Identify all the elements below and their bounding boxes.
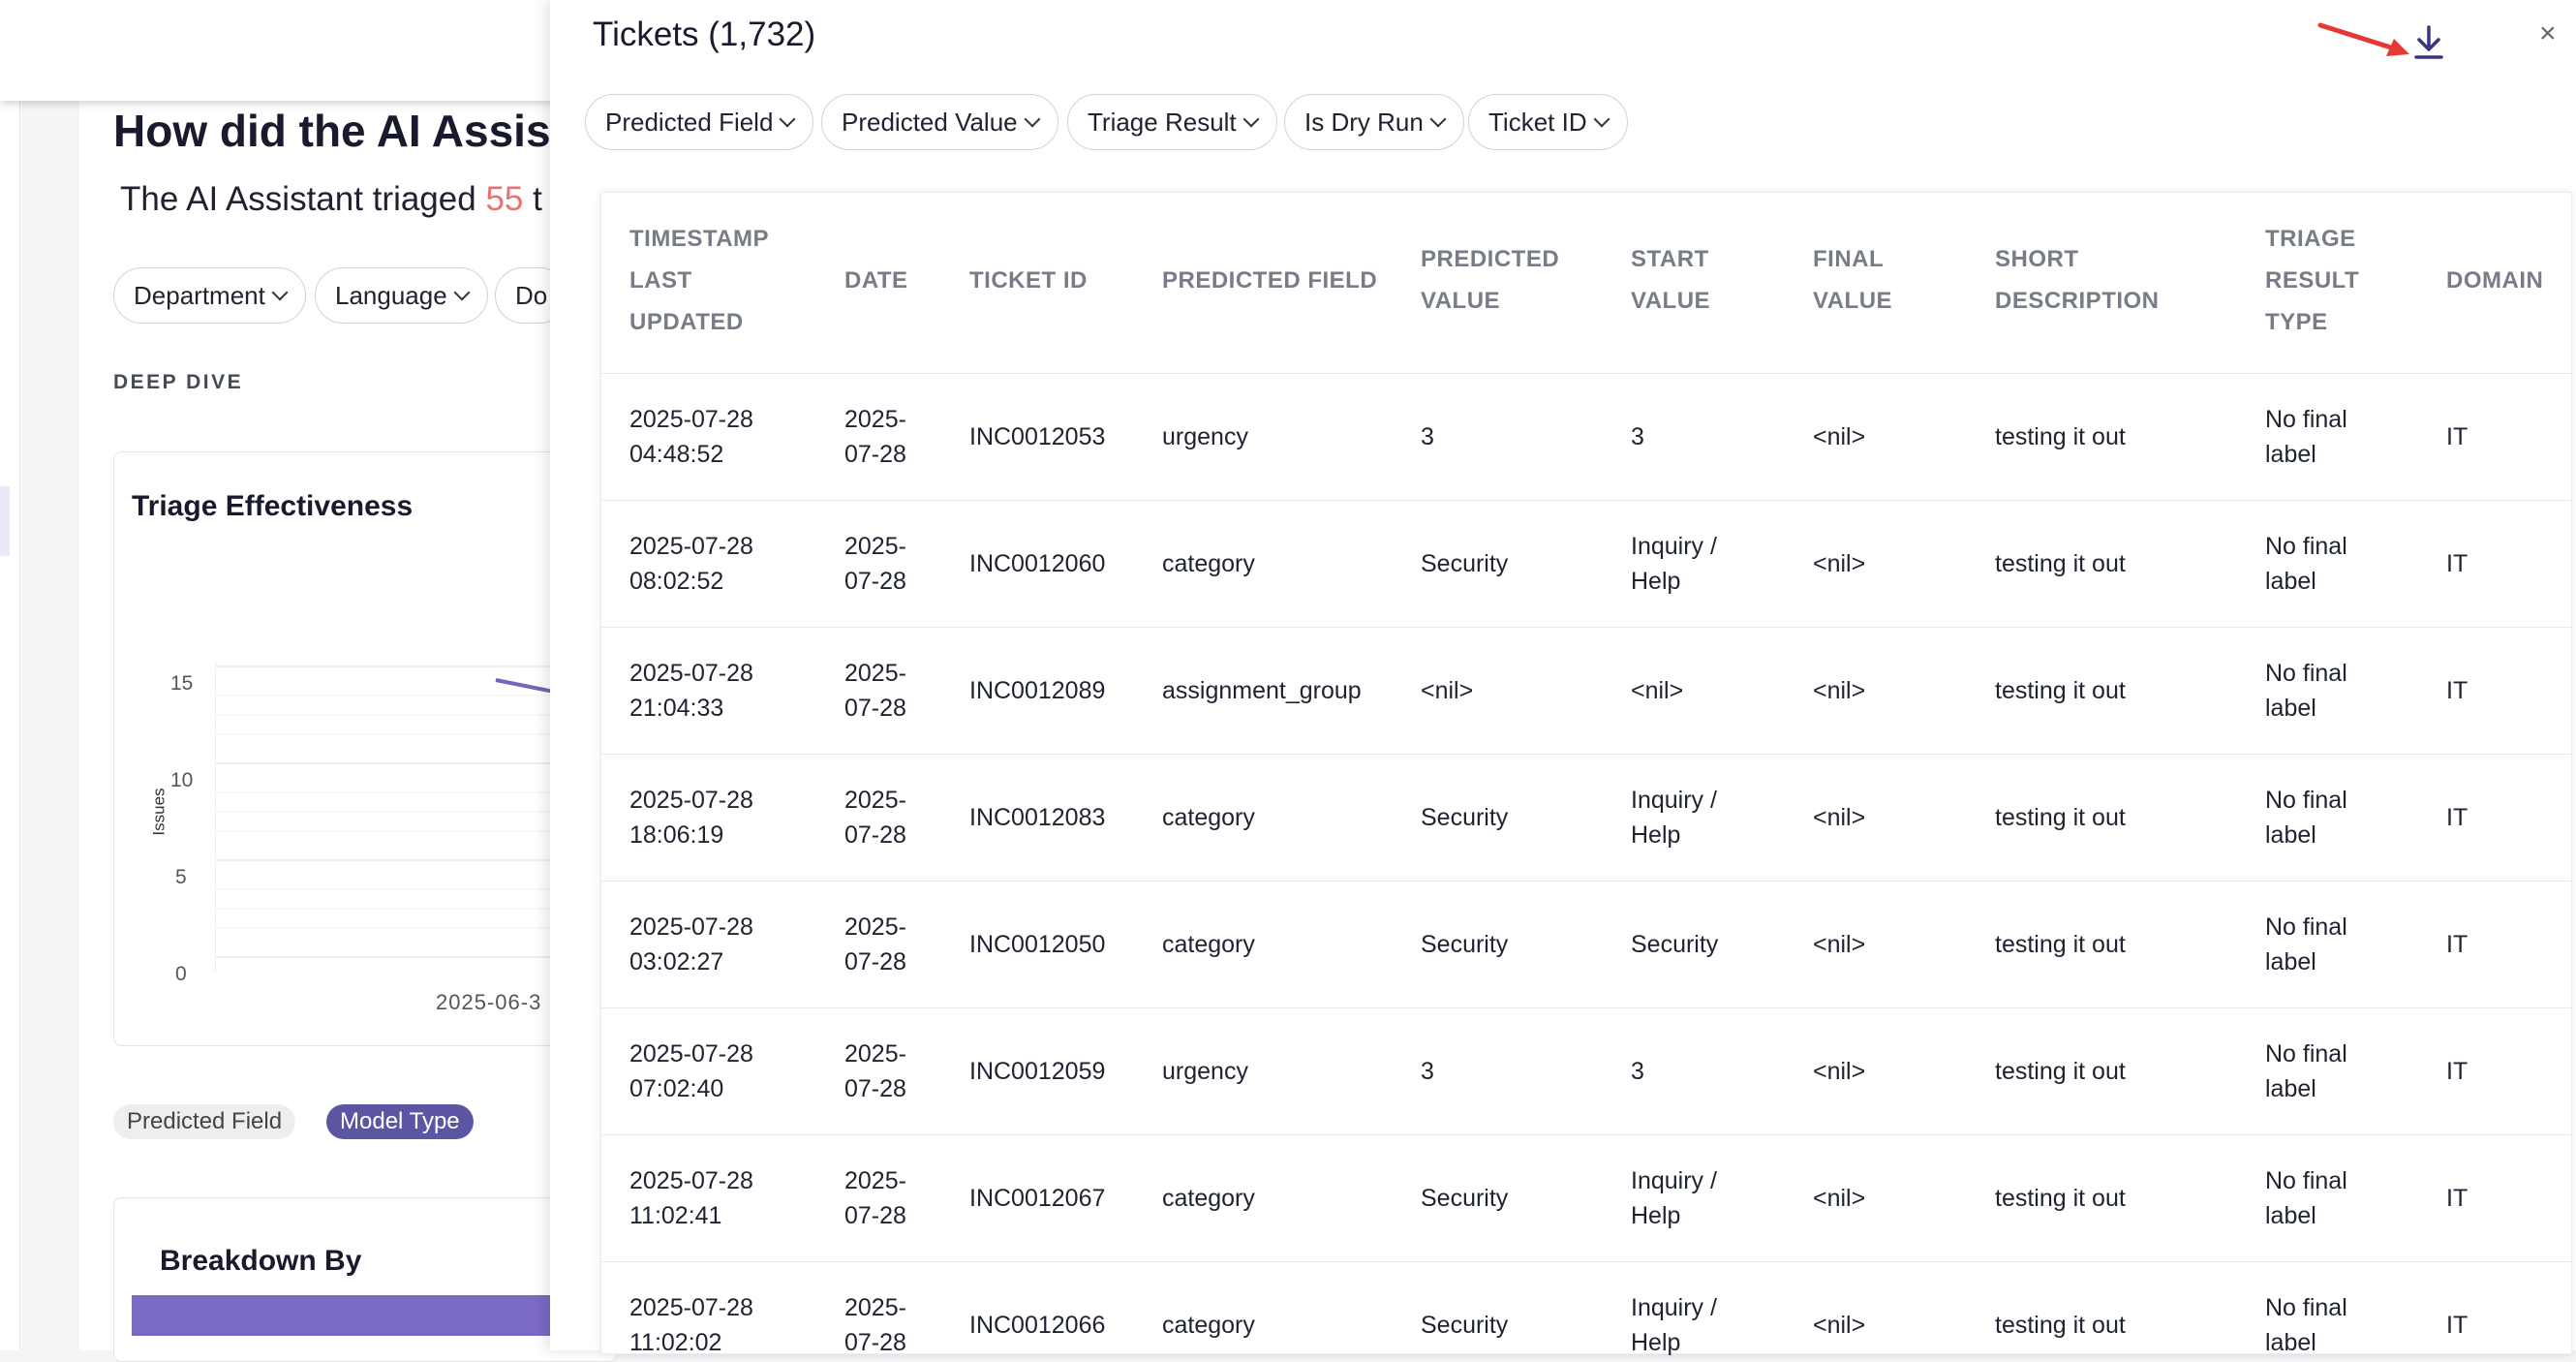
triaged-count: 55 — [485, 180, 524, 218]
chevron-down-icon — [1242, 110, 1260, 128]
left-rail — [0, 101, 20, 1350]
drawer-title: Tickets (1,732) — [593, 15, 816, 53]
y-tick: 5 — [175, 866, 187, 888]
filter-predicted-field[interactable]: Predicted Field — [585, 94, 814, 150]
filter-label: Do — [515, 280, 548, 310]
chevron-down-icon — [1024, 110, 1041, 128]
filter-label: Triage Result — [1088, 107, 1237, 137]
filter-label: Is Dry Run — [1304, 107, 1424, 137]
y-tick: 10 — [170, 769, 194, 791]
chevron-down-icon — [453, 284, 471, 301]
tag-predicted-field[interactable]: Predicted Field — [113, 1104, 296, 1139]
chart-plot-area — [215, 663, 564, 973]
filter-label: Predicted Value — [842, 107, 1018, 137]
filter-triage-result[interactable]: Triage Result — [1067, 94, 1277, 150]
filter-department[interactable]: Department — [113, 267, 306, 324]
close-icon[interactable]: × — [2539, 19, 2557, 48]
filter-label: Language — [335, 280, 447, 310]
x-tick: 2025-06-3 — [436, 990, 542, 1014]
breakdown-title: Breakdown By — [160, 1245, 362, 1277]
chart-title: Triage Effectiveness — [132, 490, 414, 522]
y-axis-label: Issues — [149, 788, 169, 836]
rail-active-marker — [0, 486, 10, 556]
y-tick: 0 — [175, 963, 187, 985]
tag-model-type[interactable]: Model Type — [326, 1104, 474, 1139]
tickets-table — [600, 192, 2572, 1354]
filter-is-dry-run[interactable]: Is Dry Run — [1284, 94, 1464, 150]
chevron-down-icon — [779, 110, 796, 128]
chevron-down-icon — [1429, 110, 1447, 128]
subtitle-prefix: The AI Assistant triaged — [120, 180, 476, 218]
filter-predicted-value[interactable]: Predicted Value — [821, 94, 1058, 150]
dashboard-heading: How did the AI Assista — [113, 106, 591, 156]
filter-ticket-id[interactable]: Ticket ID — [1468, 94, 1628, 150]
y-tick: 15 — [170, 672, 194, 695]
dashboard-subtitle: The AI Assistant triaged 55 t — [120, 180, 542, 219]
filter-label: Ticket ID — [1488, 107, 1587, 137]
filter-label: Predicted Field — [605, 107, 774, 137]
chevron-down-icon — [271, 284, 289, 301]
breakdown-bar — [132, 1295, 577, 1336]
section-label: DEEP DIVE — [113, 371, 244, 393]
filter-language[interactable]: Language — [315, 267, 488, 324]
annotation-arrow-icon — [2317, 22, 2409, 56]
download-icon[interactable] — [2411, 23, 2446, 62]
subtitle-suffix: t — [533, 180, 542, 218]
filter-label: Department — [134, 280, 265, 310]
chevron-down-icon — [1593, 110, 1610, 128]
breakdown-card — [113, 1197, 617, 1362]
